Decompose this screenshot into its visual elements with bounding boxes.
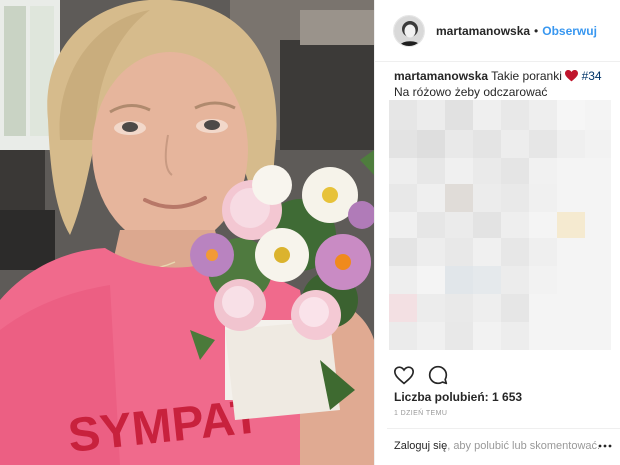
- caption-hashtag[interactable]: #34: [582, 69, 602, 83]
- pixelated-comments-area: [389, 100, 611, 350]
- post-timestamp[interactable]: 1 DZIEŃ TEMU: [394, 410, 447, 417]
- comment-divider: [387, 428, 620, 429]
- heart-outline-icon: [394, 365, 414, 385]
- ellipsis-icon[interactable]: [598, 440, 612, 452]
- speech-bubble-icon: [428, 365, 448, 385]
- caption-text-start: Takie poranki: [491, 69, 562, 83]
- red-heart-icon: [565, 70, 579, 82]
- login-link[interactable]: Zaloguj się: [394, 440, 447, 452]
- likes-number: 1 653: [492, 390, 523, 404]
- comment-button[interactable]: [427, 364, 449, 386]
- avatar[interactable]: [393, 14, 425, 47]
- caption-username[interactable]: martamanowska: [394, 69, 488, 83]
- selfie-with-flowers-image: SYMPAT: [0, 0, 374, 465]
- header-username[interactable]: martamanowska: [436, 24, 530, 38]
- likes-label: Liczba polubień:: [394, 390, 489, 404]
- post-photo[interactable]: SYMPAT: [0, 0, 374, 465]
- header-separator: •: [534, 23, 539, 38]
- header-text: martamanowska • Obserwuj: [436, 24, 597, 38]
- post-actions: [393, 364, 461, 386]
- follow-button[interactable]: Obserwuj: [542, 24, 597, 38]
- login-prompt-text: , aby polubić lub skomentować.: [447, 440, 601, 452]
- login-prompt: Zaloguj się, aby polubić lub skomentować…: [394, 440, 620, 452]
- post-caption: martamanowska Takie poranki #34 Na różow…: [394, 68, 616, 100]
- post-header: martamanowska • Obserwuj: [375, 0, 620, 62]
- likes-count[interactable]: Liczba polubień: 1 653: [394, 390, 522, 404]
- instagram-post: SYMPAT martamanowska • Obserwuj martaman…: [0, 0, 620, 465]
- caption-text-end: Na różowo żeby odczarować: [394, 85, 548, 99]
- like-button[interactable]: [393, 364, 415, 386]
- avatar-image: [394, 15, 424, 46]
